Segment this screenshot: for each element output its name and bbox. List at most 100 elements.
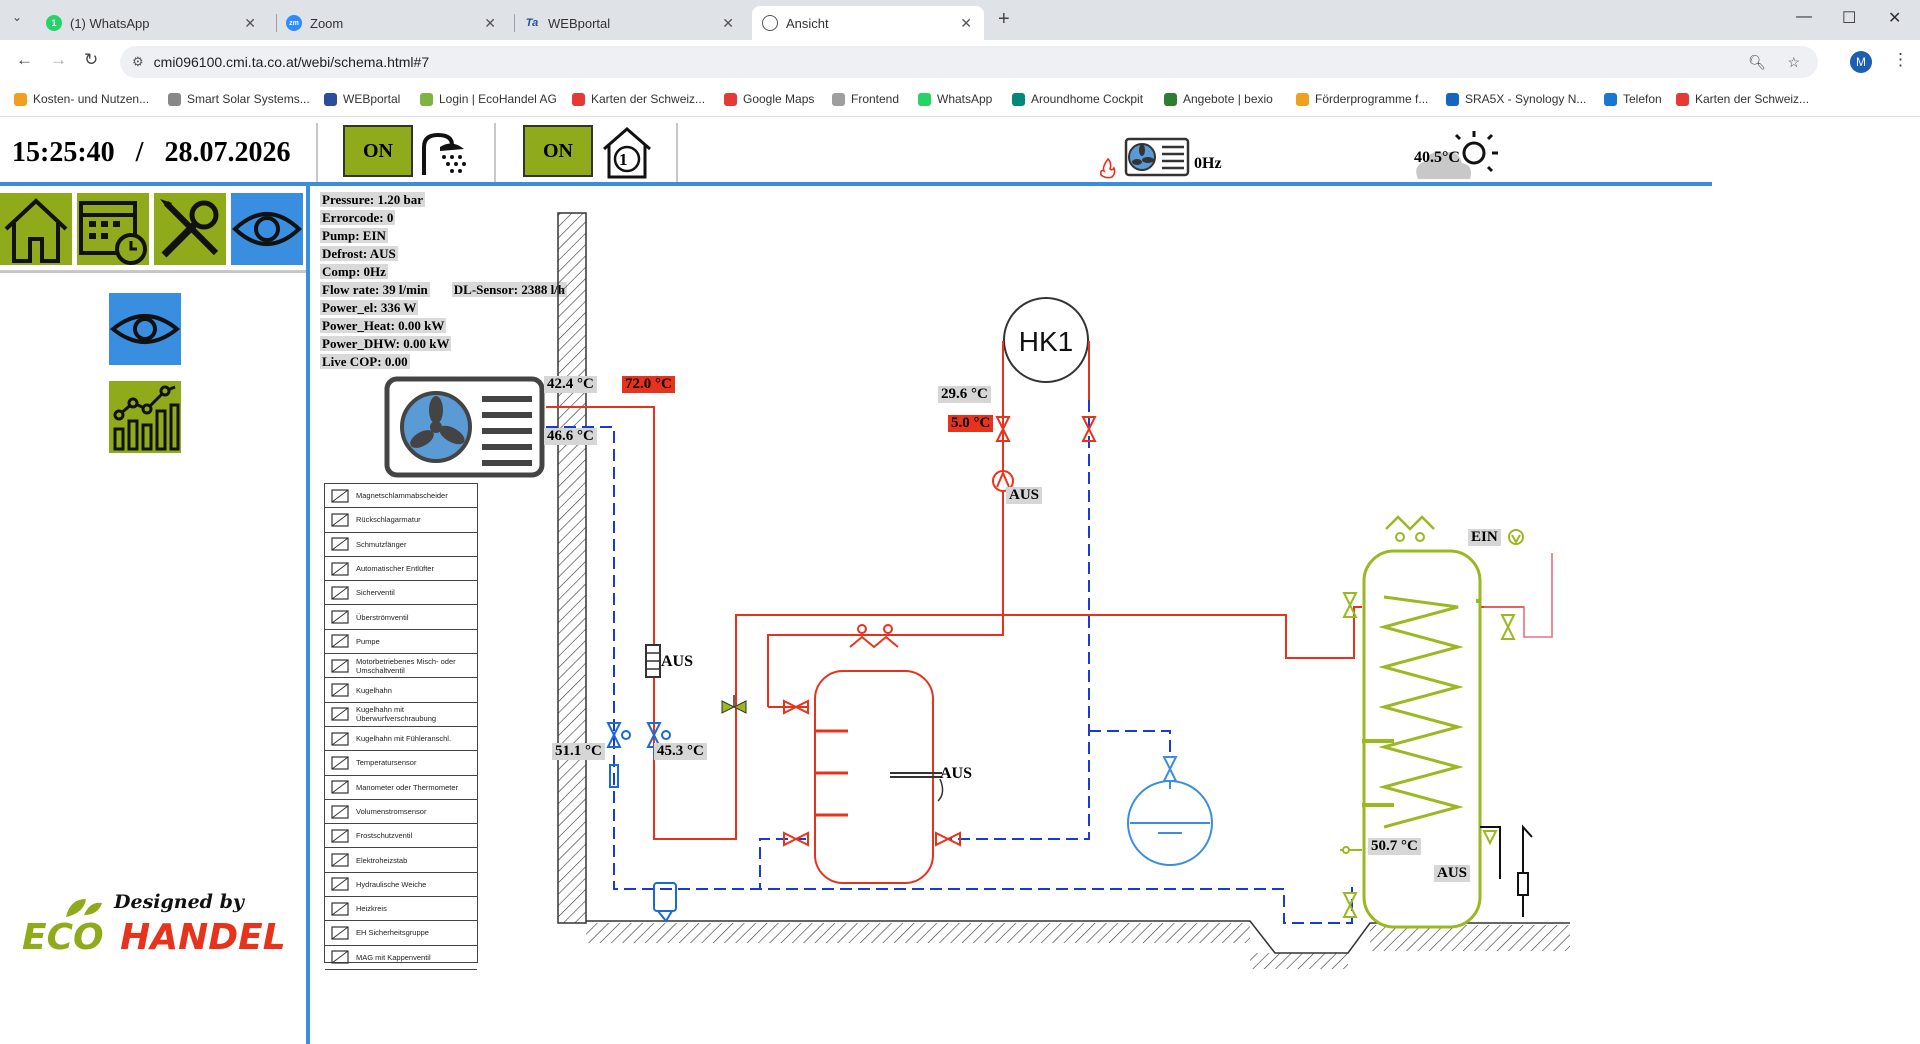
bookmark-item[interactable]: WEBportal bbox=[324, 92, 400, 106]
symbol-legend: Magnetschlammabscheider Rückschlagarmatur… bbox=[324, 483, 478, 970]
close-icon[interactable]: ✕ bbox=[722, 15, 734, 32]
bookmark-label: Aroundhome Cockpit bbox=[1031, 92, 1144, 106]
legend-label: Motorbetriebenes Misch- oder Umschaltven… bbox=[356, 656, 456, 675]
legend-label: Pumpe bbox=[356, 636, 380, 646]
wall bbox=[557, 212, 587, 924]
bookmark-favicon-icon bbox=[14, 92, 27, 106]
close-icon[interactable]: ✕ bbox=[244, 15, 256, 32]
legend-row: Automatischer Entlüfter bbox=[325, 557, 477, 582]
bookmark-label: Karten der Schweiz... bbox=[591, 92, 706, 106]
bookmark-label: Angebote | bexio bbox=[1183, 92, 1273, 106]
legend-label: Manometer oder Thermometer bbox=[356, 782, 458, 792]
dhw-heater-state: AUS bbox=[1434, 865, 1471, 882]
legend-row: Heizkreis bbox=[325, 897, 477, 922]
legend-symbol-icon bbox=[328, 876, 352, 892]
bookmark-label: Kosten- und Nutzen... bbox=[33, 92, 150, 106]
legend-label: Kugelhahn mit Fühleranschl. bbox=[356, 734, 452, 744]
bookmark-item[interactable]: Login | EcoHandel AG bbox=[420, 92, 557, 106]
bookmark-favicon-icon bbox=[832, 92, 845, 106]
zoom-icon: zm bbox=[286, 15, 302, 31]
tab-whatsapp[interactable]: 1 (1) WhatsApp ✕ bbox=[36, 6, 268, 40]
legend-row: Rückschlagarmatur bbox=[325, 508, 477, 533]
address-bar[interactable]: ⚙ cmi096100.cmi.ta.co.at/webi/schema.htm… bbox=[120, 46, 1818, 78]
bookmark-label: Telefon bbox=[1623, 92, 1662, 106]
forward-icon[interactable]: → bbox=[50, 50, 67, 70]
legend-row: Temperatursensor bbox=[325, 751, 477, 776]
hp-return-temp: 46.6 °C bbox=[544, 428, 597, 445]
kebab-menu-icon[interactable]: ⋮ bbox=[1892, 50, 1909, 70]
legend-label: Schmutzfänger bbox=[356, 539, 407, 549]
ground-hatch bbox=[586, 923, 1250, 943]
legend-symbol-icon bbox=[328, 609, 352, 625]
bookmark-item[interactable]: WhatsApp bbox=[918, 92, 992, 106]
bookmark-item[interactable]: Frontend bbox=[832, 92, 899, 106]
heatpump-app: 15:25:40 / 28.07.2026 ON ON 1 0Hz 40.5°C bbox=[0, 117, 1920, 1044]
legend-row: Frostschutzventil bbox=[325, 824, 477, 849]
bookmark-label: Förderprogramme f... bbox=[1315, 92, 1429, 106]
bookmark-item[interactable]: SRA5X - Synology N... bbox=[1446, 92, 1586, 106]
legend-symbol-icon bbox=[328, 731, 352, 747]
bookmark-item[interactable]: Karten der Schweiz... bbox=[1676, 92, 1809, 106]
bookmark-favicon-icon bbox=[168, 92, 181, 106]
legend-row: MAG mit Kappenventil bbox=[325, 946, 477, 970]
ta-icon: Ta bbox=[525, 17, 539, 29]
legend-label: Temperatursensor bbox=[356, 758, 417, 768]
hp-supply-temp: 42.4 °C bbox=[544, 376, 597, 393]
expansion-vessel bbox=[1127, 756, 1213, 866]
legend-row: Motorbetriebenes Misch- oder Umschaltven… bbox=[325, 654, 477, 679]
bookmark-item[interactable]: Smart Solar Systems... bbox=[168, 92, 310, 106]
temp-right: 45.3 °C bbox=[654, 743, 707, 760]
bookmark-item[interactable]: Karten der Schweiz... bbox=[572, 92, 705, 106]
bookmark-label: Frontend bbox=[851, 92, 900, 106]
bookmark-item[interactable]: Angebote | bexio bbox=[1164, 92, 1273, 106]
bookmark-favicon-icon bbox=[324, 92, 337, 106]
legend-label: Frostschutzventil bbox=[356, 831, 413, 841]
window-close-icon[interactable]: ✕ bbox=[1888, 8, 1901, 28]
dhw-temp: 50.7 °C bbox=[1368, 838, 1421, 855]
site-info-icon[interactable]: ⚙ bbox=[132, 54, 144, 70]
bookmarks-bar: Kosten- und Nutzen... Smart Solar Systems… bbox=[0, 84, 1920, 117]
tab-zoom[interactable]: zm Zoom ✕ bbox=[276, 6, 508, 40]
bookmark-favicon-icon bbox=[1446, 92, 1459, 106]
close-icon[interactable]: ✕ bbox=[484, 15, 496, 32]
legend-symbol-icon bbox=[328, 585, 352, 601]
zoom-lens-icon[interactable]: 🔍︎ bbox=[1748, 54, 1766, 71]
bookmark-label: Karten der Schweiz... bbox=[1695, 92, 1810, 106]
bookmark-item[interactable]: Kosten- und Nutzen... bbox=[14, 92, 149, 106]
bookmark-item[interactable]: Google Maps bbox=[724, 92, 814, 106]
legend-row: Kugelhahn mit Fühleranschl. bbox=[325, 727, 477, 752]
legend-symbol-icon bbox=[328, 852, 352, 868]
buffer-heater-state: AUS bbox=[940, 765, 973, 782]
bookmark-item[interactable]: Förderprogramme f... bbox=[1296, 92, 1428, 106]
legend-symbol-icon bbox=[328, 828, 352, 844]
bookmark-favicon-icon bbox=[420, 92, 433, 106]
maximize-icon[interactable]: ☐ bbox=[1842, 8, 1856, 28]
bookmark-item[interactable]: Aroundhome Cockpit bbox=[1012, 92, 1143, 106]
bookmark-label: WEBportal bbox=[343, 92, 401, 106]
legend-row: Kugelhahn mit Überwurfverschraubung bbox=[325, 703, 477, 727]
tab-label: (1) WhatsApp bbox=[70, 15, 150, 31]
legend-row: Schmutzfänger bbox=[325, 533, 477, 557]
bookmark-star-icon[interactable]: ☆ bbox=[1787, 54, 1800, 71]
new-tab-icon[interactable]: + bbox=[998, 8, 1010, 31]
back-icon[interactable]: ← bbox=[16, 50, 33, 70]
legend-row: Pumpe bbox=[325, 630, 477, 655]
legend-row: Elektroheizstab bbox=[325, 848, 477, 873]
minimize-icon[interactable]: — bbox=[1796, 8, 1812, 26]
temp-left: 51.1 °C bbox=[552, 743, 605, 760]
tab-webportal[interactable]: Ta WEBportal ✕ bbox=[514, 6, 746, 40]
legend-row: Volumenstromsensor bbox=[325, 800, 477, 825]
profile-avatar[interactable]: M bbox=[1850, 51, 1872, 73]
legend-symbol-icon bbox=[328, 949, 352, 965]
bookmark-favicon-icon bbox=[1164, 92, 1177, 106]
bookmark-favicon-icon bbox=[724, 92, 737, 106]
bookmark-item[interactable]: Telefon bbox=[1604, 92, 1662, 106]
close-icon[interactable]: ✕ bbox=[960, 15, 972, 32]
heatpump-unit bbox=[384, 376, 545, 478]
tab-search-icon[interactable]: ⌄ bbox=[12, 10, 22, 24]
legend-symbol-icon bbox=[328, 682, 352, 698]
legend-symbol-icon bbox=[328, 633, 352, 649]
bookmark-label: WhatsApp bbox=[937, 92, 993, 106]
reload-icon[interactable]: ↻ bbox=[84, 50, 98, 70]
tab-ansicht[interactable]: Ansicht ✕ bbox=[752, 6, 984, 40]
